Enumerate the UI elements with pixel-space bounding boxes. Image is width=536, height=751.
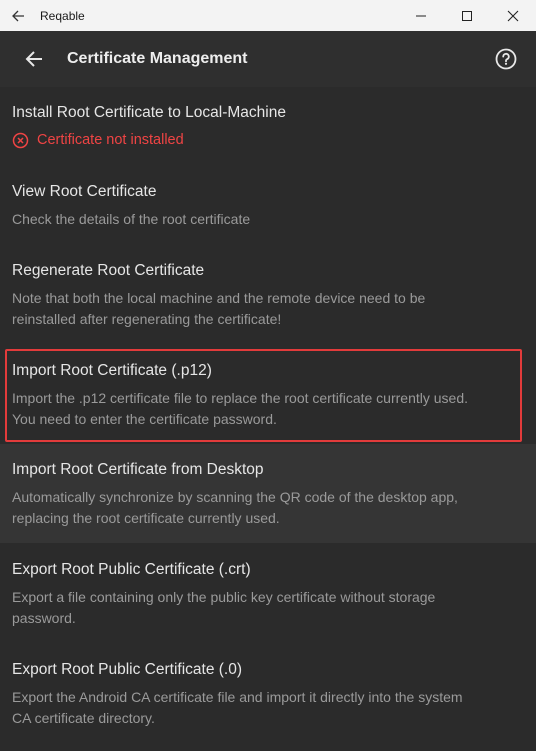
item-subtitle-line: Note that both the local machine and the… — [12, 290, 426, 306]
list-item-import-p12[interactable]: Import Root Certificate (.p12) Import th… — [0, 361, 536, 429]
back-button[interactable] — [14, 39, 54, 79]
list-item-install-root[interactable]: Install Root Certificate to Local-Machin… — [0, 103, 536, 150]
item-subtitle: Export the Android CA certificate file a… — [12, 687, 524, 728]
maximize-button[interactable] — [444, 0, 490, 31]
window-title: Reqable — [40, 8, 85, 23]
item-subtitle-line: Import the .p12 certificate file to repl… — [12, 390, 468, 406]
item-subtitle-line: You need to enter the certificate passwo… — [12, 410, 277, 427]
item-subtitle: Check the details of the root certificat… — [12, 211, 251, 227]
help-button[interactable] — [486, 39, 526, 79]
item-subtitle: Export a file containing only the public… — [12, 587, 524, 628]
item-title: Import Root Certificate from Desktop — [12, 461, 264, 478]
item-subtitle-line: password. — [12, 609, 76, 626]
back-arrow-icon — [12, 10, 24, 21]
close-icon — [507, 10, 519, 21]
status-row: Certificate not installed — [12, 130, 524, 150]
item-subtitle: Note that both the local machine and the… — [12, 288, 524, 329]
item-subtitle-line: Export a file containing only the public… — [12, 589, 436, 605]
page-title: Certificate Management — [67, 50, 248, 67]
close-button[interactable] — [490, 0, 536, 31]
list-item-export-0[interactable]: Export Root Public Certificate (.0) Expo… — [0, 660, 536, 728]
status-text: Certificate not installed — [37, 132, 184, 148]
minimize-button[interactable] — [398, 0, 444, 31]
window-titlebar: Reqable — [0, 0, 536, 31]
app-bar: Certificate Management — [0, 31, 536, 87]
item-subtitle-line: Export the Android CA certificate file a… — [12, 689, 463, 705]
item-subtitle: Import the .p12 certificate file to repl… — [12, 388, 524, 429]
certificate-options-list: Install Root Certificate to Local-Machin… — [0, 87, 536, 751]
item-title: Export Root Public Certificate (.0) — [12, 661, 243, 678]
list-item-import-desktop[interactable]: Import Root Certificate from Desktop Aut… — [0, 444, 536, 543]
help-circle-icon — [495, 48, 517, 70]
list-item-regenerate-root[interactable]: Regenerate Root Certificate Note that bo… — [0, 261, 536, 329]
item-title: Install Root Certificate to Local-Machin… — [12, 104, 286, 121]
item-title: Regenerate Root Certificate — [12, 262, 205, 279]
list-item-view-root[interactable]: View Root Certificate Check the details … — [0, 182, 536, 230]
list-item-export-crt[interactable]: Export Root Public Certificate (.crt) Ex… — [0, 560, 536, 628]
item-title: View Root Certificate — [12, 183, 157, 200]
item-subtitle-line: reinstalled after regenerating the certi… — [12, 310, 282, 327]
error-circle-icon — [12, 132, 29, 148]
item-title: Export Root Public Certificate (.crt) — [12, 561, 251, 578]
maximize-icon — [462, 10, 472, 21]
minimize-icon — [416, 15, 426, 16]
item-subtitle-line: CA certificate directory. — [12, 709, 155, 726]
item-title: Import Root Certificate (.p12) — [12, 362, 212, 379]
arrow-left-icon — [25, 51, 42, 67]
item-subtitle-line: replacing the root certificate currently… — [12, 509, 280, 526]
item-subtitle: Automatically synchronize by scanning th… — [12, 487, 524, 528]
window-back-button[interactable] — [0, 0, 36, 31]
item-subtitle-line: Automatically synchronize by scanning th… — [12, 489, 458, 505]
